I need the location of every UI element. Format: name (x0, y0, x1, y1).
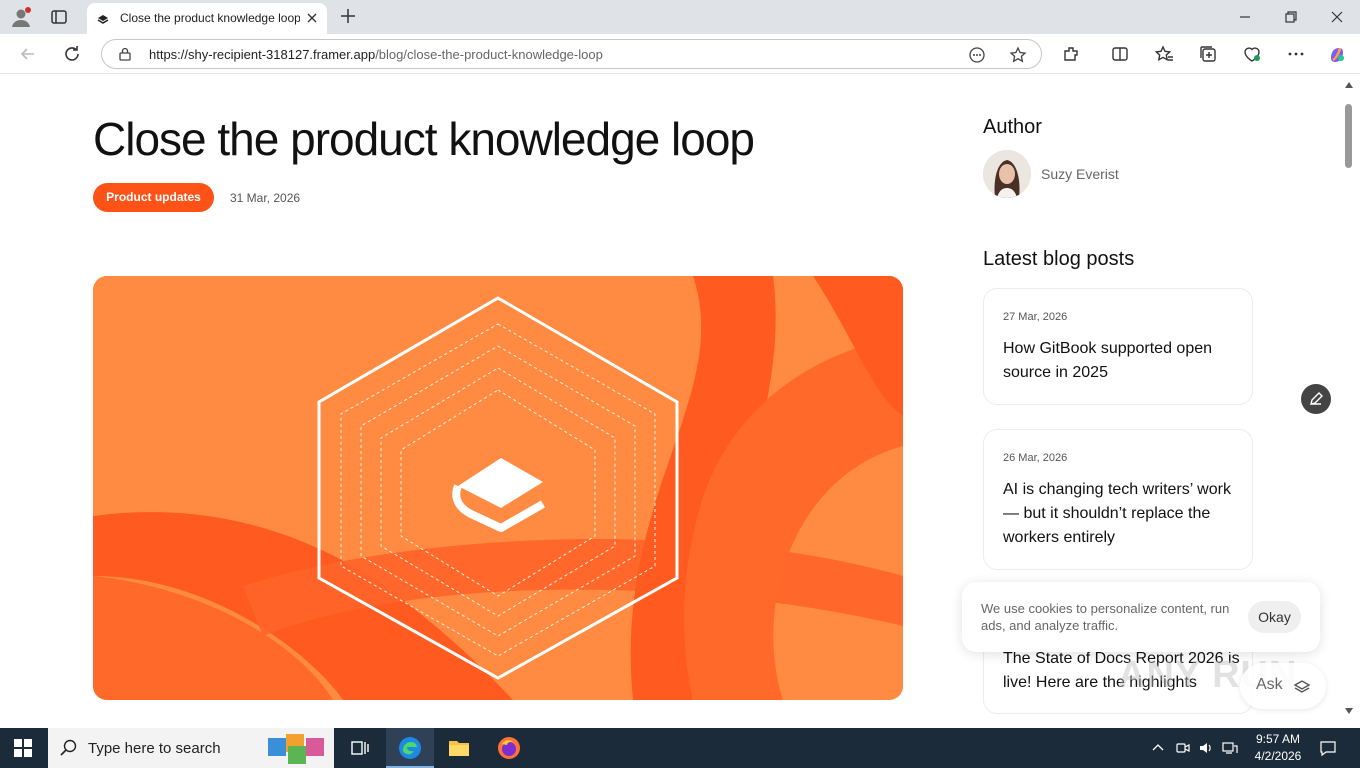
windows-taskbar: Type here to search 9:57 AM 4/2/2026 (0, 728, 1360, 768)
cookie-okay-button[interactable]: Okay (1248, 601, 1301, 633)
gitbook-favicon-icon (97, 15, 109, 24)
firefox-taskbar-button[interactable] (485, 728, 533, 768)
category-badge[interactable]: Product updates (93, 183, 214, 212)
address-bar[interactable]: https://shy-recipient-318127.framer.app/… (101, 39, 1042, 69)
refresh-icon[interactable] (62, 44, 82, 64)
tab-title: Close the product knowledge loop (120, 11, 300, 25)
ask-label: Ask (1256, 676, 1283, 693)
folder-icon (449, 741, 469, 756)
active-tab[interactable]: Close the product knowledge loop (87, 3, 327, 34)
meet-now-icon[interactable] (1175, 740, 1191, 756)
back-icon[interactable] (18, 44, 38, 64)
author-name[interactable]: Suzy Everist (1041, 166, 1119, 182)
edge-taskbar-button[interactable] (386, 728, 434, 768)
browser-toolbar: https://shy-recipient-318127.framer.app/… (0, 34, 1360, 74)
edit-button[interactable] (1301, 384, 1331, 414)
page-scrollbar[interactable] (1342, 74, 1356, 724)
extensions-icon[interactable] (1061, 44, 1081, 64)
web-page: Close the product knowledge loop Product… (4, 74, 1342, 724)
clock-time: 9:57 AM (1255, 732, 1301, 746)
author-avatar[interactable] (983, 150, 1031, 198)
task-view-button[interactable] (336, 728, 384, 768)
clock-date: 4/2/2026 (1254, 749, 1302, 763)
taskbar-search[interactable]: Type here to search (48, 728, 334, 768)
windows-start-icon[interactable] (14, 739, 32, 757)
firefox-icon (498, 737, 520, 759)
volume-icon[interactable] (1198, 740, 1214, 756)
network-icon[interactable] (1222, 740, 1238, 756)
restore-icon[interactable] (1283, 9, 1299, 25)
tray-chevron-icon[interactable] (1151, 741, 1165, 755)
browser-essentials-icon[interactable] (1242, 44, 1262, 64)
notifications-icon[interactable] (1319, 739, 1337, 757)
blog-post-date: 27 Mar, 2026 (1003, 311, 1068, 323)
tab-actions-icon[interactable] (50, 8, 68, 26)
author-heading: Author (983, 116, 1042, 138)
url-host: https://shy-recipient-318127.framer.app (149, 47, 376, 62)
post-title: Close the product knowledge loop (93, 113, 755, 165)
search-icon (60, 739, 77, 756)
scroll-thumb[interactable] (1345, 104, 1352, 168)
close-tab-icon[interactable] (305, 11, 319, 25)
search-highlight-icon (268, 734, 324, 764)
favorite-star-icon[interactable] (1009, 46, 1027, 64)
blog-post-title: AI is changing tech writers’ work — but … (1003, 481, 1231, 546)
scroll-up-icon[interactable] (1345, 82, 1353, 88)
file-explorer-taskbar-button[interactable] (435, 728, 483, 768)
favorites-icon[interactable] (1154, 44, 1174, 64)
split-screen-icon[interactable] (1110, 44, 1130, 64)
author-avatar-image (983, 150, 1031, 198)
scroll-down-icon[interactable] (1345, 708, 1353, 714)
browser-tab-bar: Close the product knowledge loop (0, 0, 1360, 34)
profile-icon[interactable] (10, 6, 32, 28)
lock-icon[interactable] (118, 47, 132, 61)
close-window-icon[interactable] (1329, 9, 1345, 25)
ask-button[interactable]: Ask (1240, 663, 1326, 709)
collections-icon[interactable] (1198, 44, 1218, 64)
new-tab-icon[interactable] (340, 8, 356, 24)
url-text[interactable]: https://shy-recipient-318127.framer.app/… (149, 47, 603, 62)
reading-mode-icon[interactable] (968, 46, 986, 64)
blog-post-date: 26 Mar, 2026 (1003, 452, 1068, 464)
edge-icon (399, 737, 421, 759)
copilot-icon[interactable] (1327, 44, 1347, 64)
latest-posts-heading: Latest blog posts (983, 248, 1135, 270)
pencil-icon (1310, 392, 1323, 405)
blog-post-card[interactable]: 26 Mar, 2026 AI is changing tech writers… (983, 429, 1253, 570)
gitbook-assistant-icon (1293, 680, 1311, 693)
blog-post-card[interactable]: 27 Mar, 2026 How GitBook supported open … (983, 288, 1253, 405)
system-clock[interactable]: 9:57 AM 4/2/2026 (1252, 731, 1304, 765)
more-menu-icon[interactable] (1286, 44, 1306, 64)
blog-post-title: How GitBook supported open source in 202… (1003, 340, 1213, 381)
search-placeholder: Type here to search (88, 740, 221, 757)
cookie-banner: We use cookies to personalize content, r… (962, 582, 1320, 652)
cookie-text: We use cookies to personalize content, r… (981, 601, 1230, 633)
hero-illustration (93, 276, 903, 700)
hero-image (93, 276, 903, 700)
url-path: /blog/close-the-product-knowledge-loop (375, 47, 603, 62)
post-date: 31 Mar, 2026 (230, 191, 301, 205)
task-view-icon (351, 741, 369, 755)
minimize-icon[interactable] (1237, 9, 1253, 25)
